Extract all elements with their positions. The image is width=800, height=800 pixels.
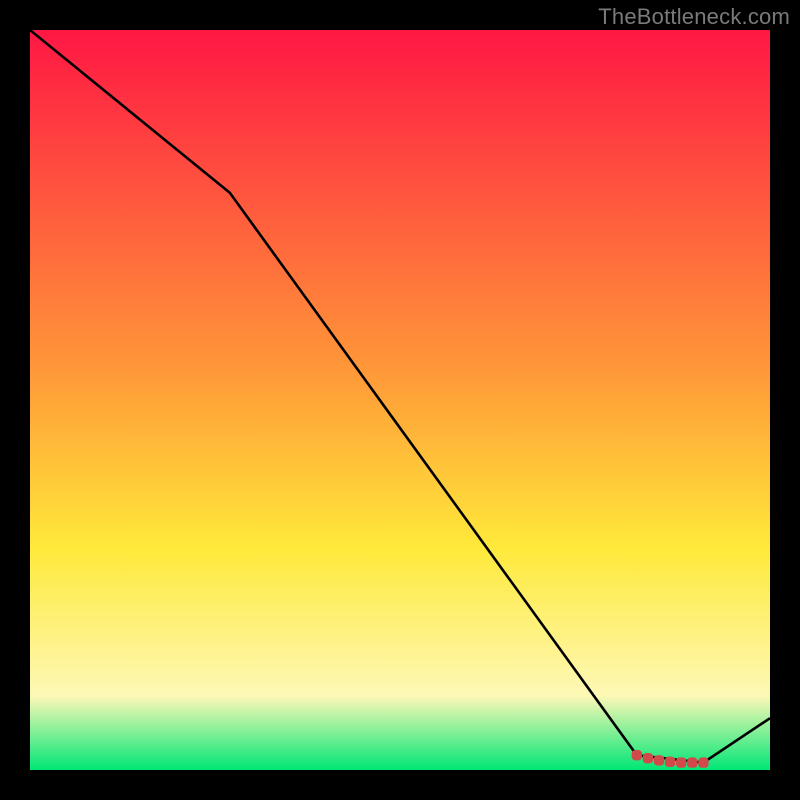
marker-point <box>654 755 664 765</box>
marker-point <box>687 757 697 767</box>
highlighted-range-markers <box>632 750 709 768</box>
marker-point <box>665 757 675 767</box>
plot-area <box>30 30 770 770</box>
series-layer <box>30 30 770 770</box>
attribution-label: TheBottleneck.com <box>598 4 790 30</box>
marker-point <box>632 750 642 760</box>
marker-point <box>643 753 653 763</box>
bottleneck-curve <box>30 30 770 763</box>
marker-point <box>676 757 686 767</box>
marker-point <box>698 757 708 767</box>
chart-stage: TheBottleneck.com <box>0 0 800 800</box>
